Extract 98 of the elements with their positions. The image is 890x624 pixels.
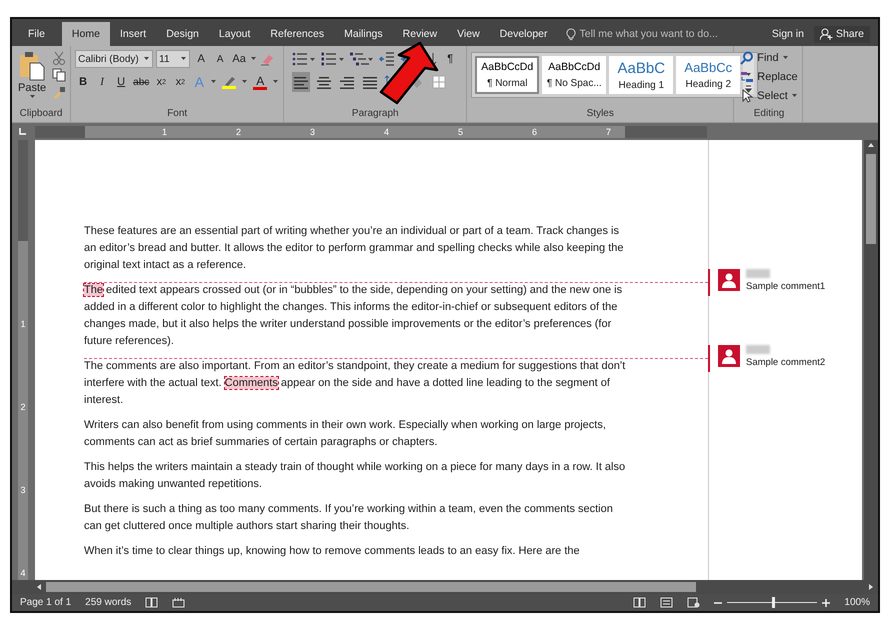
word-count[interactable]: 259 words (85, 597, 132, 608)
zoom-in-icon[interactable] (822, 598, 830, 606)
file-tab[interactable]: File (12, 22, 62, 46)
dropdown-caret-icon[interactable] (272, 80, 280, 84)
change-case-button[interactable]: Aa (231, 49, 248, 69)
italic-button[interactable]: I (94, 72, 110, 92)
ruler-number: 3 (308, 126, 315, 138)
align-button[interactable] (292, 72, 310, 92)
script-button[interactable]: x$^{2}$ (172, 72, 188, 92)
paragraph: Writers can also benefit from using comments in their own work. Especially when working on large projects, comments can act as brief summaries of certain paragraphs or chapters. (84, 418, 607, 450)
style-item[interactable]: AaBbC Heading 1 (609, 56, 674, 94)
paragraph: But there is such a thing as too many comments. If you’re working within a team, even the comments section can get cluttered once multiple authors start sharing their thoughts. (84, 502, 614, 534)
paste-button[interactable]: Paste (16, 49, 48, 108)
dropdown-caret-icon[interactable] (143, 57, 150, 61)
paragraph: This helps the writers maintain a steady train of thought while working on a piece for many days in a row. It also avoids making unwanted repetitions. (84, 460, 626, 492)
ribbon-tab[interactable]: Mailings (334, 22, 393, 46)
cursor-icon[interactable] (740, 89, 754, 103)
highlighter-icon[interactable] (222, 76, 236, 86)
macro-record-icon[interactable] (172, 597, 186, 608)
ruler-number: 5 (456, 126, 463, 138)
dropdown-caret-icon[interactable] (180, 57, 188, 61)
dropdown-caret-icon[interactable] (241, 80, 248, 84)
person-add-icon[interactable] (820, 28, 833, 40)
dropdown-caret-icon[interactable] (28, 95, 36, 99)
font-name-field[interactable]: Calibri (Body) (75, 50, 154, 68)
scrollbar-thumb[interactable] (866, 154, 876, 244)
print-layout-icon[interactable] (660, 597, 674, 608)
tab-stop-icon[interactable] (18, 127, 26, 136)
select-button[interactable]: Select (740, 87, 798, 105)
clipboard-icon[interactable] (19, 51, 46, 81)
group-label: Styles (586, 108, 615, 121)
avatar-icon (718, 345, 740, 367)
search-icon[interactable] (740, 51, 754, 65)
ribbon-tab[interactable]: Design (156, 22, 209, 46)
dropdown-caret-icon[interactable] (782, 56, 789, 60)
find-button[interactable]: Find (740, 49, 798, 67)
ruler-number: 2 (234, 126, 241, 138)
more-styles-icon[interactable] (743, 84, 754, 94)
dropdown-caret-icon[interactable] (210, 80, 218, 84)
bold-button[interactable]: B (75, 72, 92, 92)
zoom-level[interactable]: 100% (844, 597, 870, 608)
shrink-font-button[interactable]: A (212, 49, 228, 69)
ruler-number: 1 (160, 126, 167, 138)
style-item[interactable]: AaBbCcDd ¶ Normal (475, 56, 540, 94)
grow-font-button[interactable]: A (193, 49, 210, 69)
comment-balloon[interactable]: Sample comment1 (708, 269, 826, 296)
style-item[interactable]: AaBbCc Heading 2 (676, 56, 740, 94)
group-label: Editing (752, 108, 786, 121)
paragraph: When it’s time to clear things up, knowing how to remove comments leads to an easy fix. Here are the (84, 544, 581, 559)
style-item[interactable]: AaBbCcDd ¶ No Spac... (542, 56, 606, 94)
group-label: Paragraph (350, 108, 400, 121)
ruler-number: 2 (20, 401, 26, 412)
font-color-button[interactable]: A (251, 74, 270, 90)
ribbon-tab[interactable]: Review (392, 22, 448, 46)
ruler-number: 3 (20, 484, 26, 495)
paintbrush-icon[interactable] (52, 85, 66, 99)
paragraph: The comments are also important. From an editor’s standpoint, they create a medium for suggestions that don’t interfere with the actual text. Comments appear on the side and have a dotted line leading to the segment of interest. (84, 359, 626, 408)
comment-balloon[interactable]: Sample comment2 (708, 345, 826, 372)
ribbon-tab[interactable]: Developer (490, 22, 558, 46)
strike-button[interactable]: abc (132, 72, 150, 92)
ruler-number: 6 (530, 126, 537, 138)
group-label: Clipboard (18, 108, 64, 121)
replace-button[interactable]: Replace (740, 68, 798, 86)
ribbon-tab[interactable]: Home (62, 22, 110, 46)
page-count[interactable]: Page 1 of 1 (20, 597, 72, 608)
paragraph: The edited text appears crossed out (or in “bubbles” to the side, depending on your setting) and the new one is added in a different color to highlight the changes. This informs the editor-in-chief or subsequent editors of the changes made, but it also helps the writer understand possible improvements or the editor’s preferences (for future references). (84, 283, 624, 349)
ruler-number: 1 (20, 318, 26, 329)
highlight-button[interactable] (220, 76, 238, 88)
numbering-icon[interactable] (321, 52, 346, 66)
ribbon-tab[interactable]: Insert (110, 22, 156, 46)
tell-me-search-field[interactable]: Tell me what you want to do... (580, 28, 718, 40)
bullets-icon[interactable] (292, 52, 316, 66)
proofing-book-icon[interactable] (145, 597, 158, 608)
ruler-number: 4 (20, 567, 26, 578)
dropdown-caret-icon[interactable] (790, 94, 798, 98)
group-label: Font (166, 108, 188, 121)
ribbon-tab[interactable]: References (260, 22, 334, 46)
underline-button[interactable]: U (113, 72, 130, 92)
avatar-icon (718, 269, 740, 291)
copy-icon[interactable] (52, 68, 66, 82)
ruler-number: 4 (382, 126, 389, 138)
dropdown-caret-icon[interactable] (250, 57, 258, 61)
ruler-number: 7 (604, 126, 611, 138)
ribbon-tab[interactable]: Layout (208, 22, 260, 46)
paragraph: These features are an essential part of writing whether you’re an individual or part of a team. Track changes is an editor’s bread and butter. It allows the editor to perform grammar and spelling checks while also keeping the original text intact as a reference. (84, 224, 625, 273)
show-formatting-button[interactable]: ¶ (442, 49, 458, 69)
ribbon-tab[interactable]: View (447, 22, 490, 46)
multilevel-list-icon[interactable] (350, 52, 374, 66)
web-layout-icon[interactable] (687, 597, 700, 608)
decrease-indent-icon[interactable] (379, 52, 396, 66)
eraser-icon[interactable] (260, 52, 274, 66)
font-size-field[interactable]: 11 (156, 50, 190, 68)
lightbulb-icon[interactable] (566, 28, 576, 40)
sign-in-link[interactable]: Sign in (772, 28, 804, 40)
share-button[interactable]: Share (814, 26, 870, 42)
scrollbar-thumb[interactable] (46, 582, 696, 592)
replace-icon[interactable] (740, 70, 754, 84)
read-mode-icon[interactable] (633, 597, 646, 608)
